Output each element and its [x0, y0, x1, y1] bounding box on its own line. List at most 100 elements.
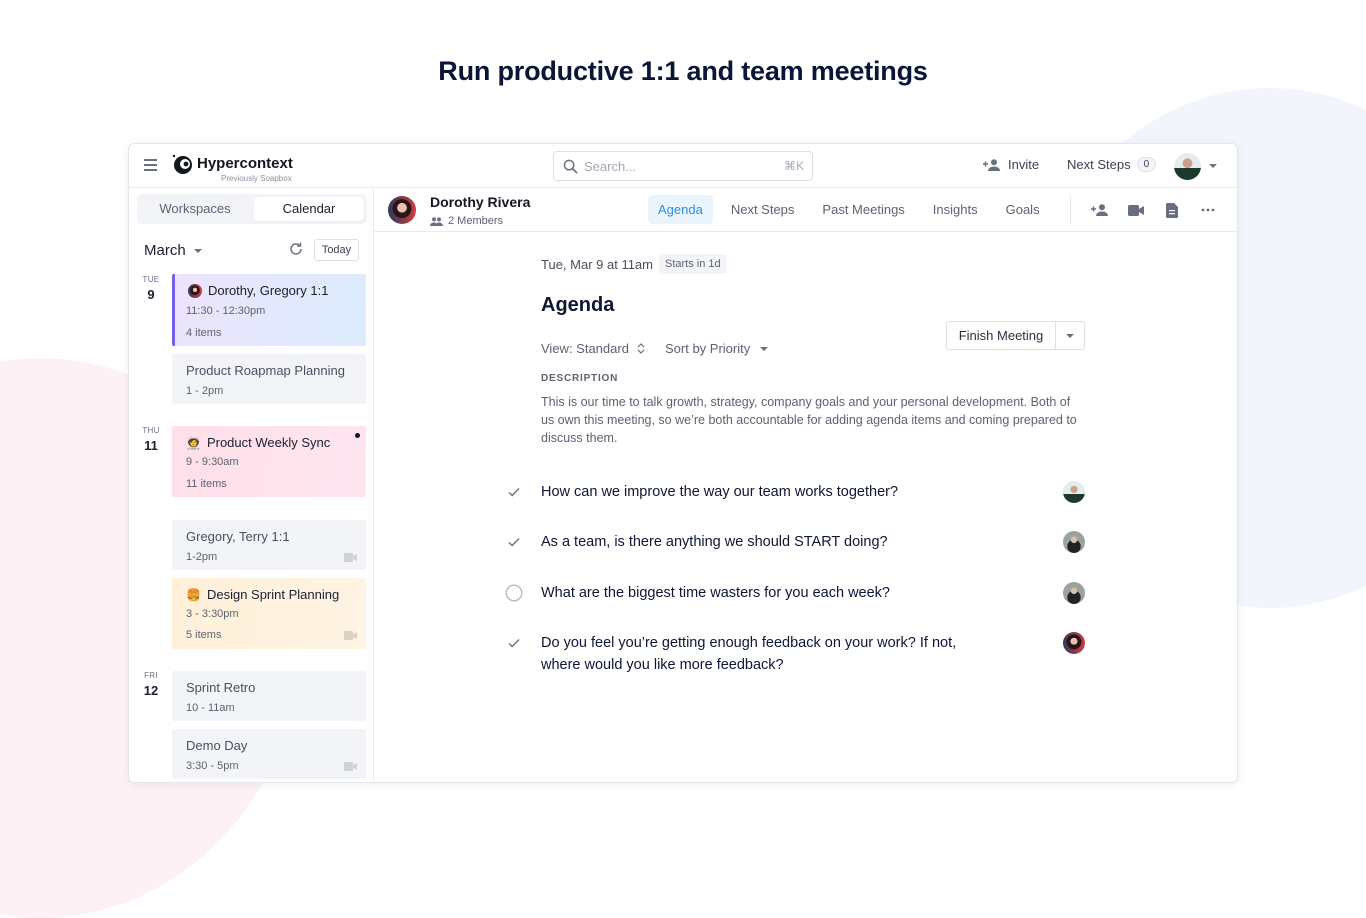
meeting-owner-name: Dorothy Rivera — [430, 194, 531, 210]
view-selector[interactable]: View: Standard — [541, 341, 645, 356]
user-avatar[interactable] — [1174, 153, 1201, 180]
day-of-week: THU — [142, 426, 160, 435]
agenda-item-text: Do you feel you’re getting enough feedba… — [541, 635, 957, 673]
event-title: Design Sprint Planning — [206, 587, 340, 602]
day-number: 11 — [144, 438, 158, 453]
sort-selector[interactable]: Sort by Priority — [665, 341, 769, 356]
search-icon — [563, 159, 578, 174]
checkmark-icon[interactable] — [505, 634, 523, 652]
day-label: THU 11 — [141, 426, 161, 453]
agenda-item-owner-avatar — [1063, 582, 1085, 604]
menu-icon[interactable] — [144, 159, 157, 171]
circle-icon[interactable] — [505, 584, 523, 602]
page-headline: Run productive 1:1 and team meetings — [438, 56, 928, 86]
month-selector[interactable]: March — [144, 242, 202, 259]
day-label: TUE 9 — [141, 275, 161, 302]
meeting-tabs: Agenda Next Steps Past Meetings Insights… — [648, 195, 1058, 224]
chevron-down-icon[interactable] — [1209, 164, 1217, 168]
day-number: 9 — [147, 287, 155, 302]
agenda-title: Agenda — [541, 294, 615, 316]
search-input[interactable] — [584, 157, 774, 175]
tab-calendar[interactable]: Calendar — [254, 197, 364, 221]
add-person-icon — [1091, 204, 1108, 216]
notes-button[interactable] — [1162, 202, 1182, 218]
invite-button[interactable]: Invite — [983, 157, 1039, 172]
video-camera-icon — [1128, 204, 1144, 216]
tab-goals[interactable]: Goals — [996, 195, 1050, 224]
sidebar: Workspaces Calendar March Today TUE 9 Do… — [129, 188, 374, 782]
refresh-icon[interactable] — [288, 241, 304, 257]
divider — [1070, 196, 1071, 224]
calendar-event[interactable]: Product Roapmap Planning 1 - 2pm — [172, 354, 366, 404]
video-camera-icon — [344, 553, 357, 562]
tab-past-meetings[interactable]: Past Meetings — [812, 195, 914, 224]
video-camera-icon — [344, 631, 357, 640]
logo-icon — [172, 154, 192, 174]
sidebar-segmented-control: Workspaces Calendar — [137, 194, 367, 224]
event-time: 1 - 2pm — [186, 385, 224, 397]
today-button[interactable]: Today — [314, 239, 359, 261]
tab-workspaces[interactable]: Workspaces — [140, 197, 250, 221]
top-bar: Hypercontext Previously Soapbox ⌘K Invit… — [129, 144, 1237, 188]
tab-insights[interactable]: Insights — [923, 195, 988, 224]
header-actions — [1090, 202, 1234, 218]
add-person-icon — [983, 158, 1000, 171]
members-icon — [430, 216, 443, 226]
next-steps-label: Next Steps — [1067, 157, 1131, 172]
checkmark-icon[interactable] — [505, 533, 523, 551]
members-count[interactable]: 2 Members — [430, 215, 503, 227]
event-time: 11:30 - 12:30pm — [186, 305, 266, 317]
event-item-count: 4 items — [186, 327, 222, 339]
video-call-button[interactable] — [1126, 202, 1146, 218]
checkmark-icon[interactable] — [505, 483, 523, 501]
app-window: Hypercontext Previously Soapbox ⌘K Invit… — [128, 143, 1238, 783]
event-time: 3:30 - 5pm — [186, 760, 239, 772]
next-steps-count-badge: 0 — [1136, 157, 1157, 172]
sort-label: Sort by Priority — [665, 341, 751, 356]
month-label: March — [144, 242, 186, 259]
calendar-event[interactable]: Sprint Retro 10 - 11am — [172, 671, 366, 721]
logo-name: Hypercontext — [197, 155, 293, 172]
tab-agenda[interactable]: Agenda — [648, 195, 713, 224]
event-title: Product Weekly Sync — [206, 435, 331, 450]
document-icon — [1166, 202, 1178, 218]
meeting-date: Tue, Mar 9 at 11am — [541, 257, 653, 272]
calendar-event[interactable]: 🧑‍🚀 Product Weekly Sync 9 - 9:30am 11 it… — [172, 426, 366, 497]
video-camera-icon — [344, 762, 357, 771]
calendar-event[interactable]: Gregory, Terry 1:1 1-2pm — [172, 520, 366, 570]
calendar-event[interactable]: Dorothy, Gregory 1:1 11:30 - 12:30pm 4 i… — [172, 274, 366, 346]
more-options-button[interactable] — [1198, 202, 1218, 218]
event-time: 3 - 3:30pm — [186, 608, 239, 620]
add-member-button[interactable] — [1090, 202, 1110, 218]
event-time: 9 - 9:30am — [186, 456, 239, 468]
chevron-down-icon — [1066, 333, 1074, 338]
event-item-count: 5 items — [186, 629, 222, 641]
main-panel: Dorothy Rivera 2 Members Agenda Next Ste… — [374, 188, 1237, 782]
event-title: Dorothy, Gregory 1:1 — [208, 283, 329, 298]
finish-meeting-split-button: Finish Meeting — [946, 321, 1085, 350]
calendar-event[interactable]: 🍔 Design Sprint Planning 3 - 3:30pm 5 it… — [172, 578, 366, 649]
day-of-week: TUE — [142, 275, 160, 284]
next-steps-button[interactable]: Next Steps 0 — [1067, 157, 1157, 172]
logo-subtitle: Previously Soapbox — [221, 174, 292, 183]
finish-meeting-button[interactable]: Finish Meeting — [947, 322, 1056, 349]
chevron-down-icon — [760, 346, 769, 351]
members-label: 2 Members — [448, 215, 504, 227]
finish-meeting-dropdown[interactable] — [1056, 322, 1084, 349]
calendar-event[interactable]: Demo Day 3:30 - 5pm — [172, 729, 366, 779]
event-title: Gregory, Terry 1:1 — [186, 529, 290, 544]
agenda-item-owner-avatar — [1063, 481, 1085, 503]
event-title: Sprint Retro — [186, 680, 256, 695]
more-icon — [1201, 208, 1215, 212]
event-title: Product Roapmap Planning — [186, 363, 345, 378]
unread-dot — [355, 433, 360, 438]
search-bar[interactable]: ⌘K — [553, 151, 813, 181]
sort-updown-icon — [637, 343, 645, 354]
tab-next-steps[interactable]: Next Steps — [721, 195, 805, 224]
agenda-item-text: As a team, is there anything we should S… — [541, 534, 888, 550]
event-title: Demo Day — [186, 738, 248, 753]
invite-label: Invite — [1008, 157, 1040, 172]
search-shortcut: ⌘K — [783, 159, 804, 173]
meeting-header: Dorothy Rivera 2 Members Agenda Next Ste… — [374, 188, 1237, 232]
day-label: FRI 12 — [141, 671, 161, 698]
